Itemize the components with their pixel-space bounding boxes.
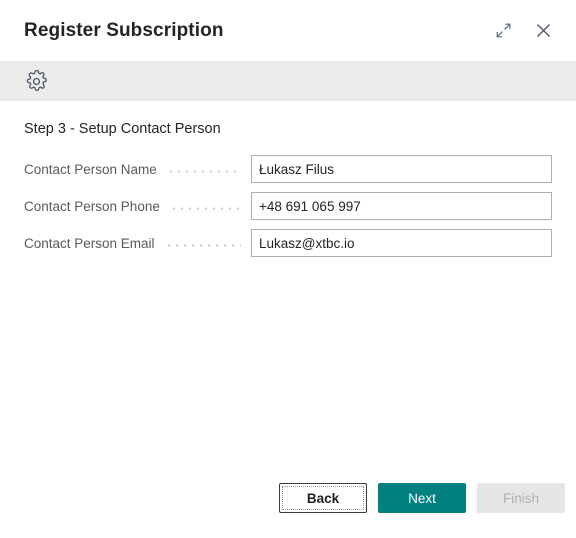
contact-person-name-label: Contact Person Name bbox=[24, 161, 157, 177]
form-row-contact-person-phone: Contact Person Phone bbox=[24, 192, 552, 220]
form-row-contact-person-name: Contact Person Name bbox=[24, 155, 552, 183]
gear-icon[interactable] bbox=[20, 65, 52, 97]
dotted-leader bbox=[164, 238, 241, 252]
back-button[interactable]: Back bbox=[279, 483, 367, 513]
expand-diagonal-icon[interactable] bbox=[486, 14, 520, 48]
dotted-leader bbox=[166, 164, 241, 178]
contact-person-name-input[interactable] bbox=[251, 155, 552, 183]
step-title: Step 3 - Setup Contact Person bbox=[24, 121, 221, 137]
contact-person-phone-input[interactable] bbox=[251, 192, 552, 220]
dialog-titlebar: Register Subscription bbox=[0, 0, 576, 61]
page-title: Register Subscription bbox=[24, 19, 224, 41]
finish-button: Finish bbox=[477, 483, 565, 513]
titlebar-actions bbox=[486, 14, 560, 48]
form-row-contact-person-email: Contact Person Email bbox=[24, 229, 552, 257]
contact-person-phone-label: Contact Person Phone bbox=[24, 198, 160, 214]
contact-person-email-input[interactable] bbox=[251, 229, 552, 257]
dialog-footer: Back Next Finish bbox=[0, 483, 576, 538]
dotted-leader bbox=[169, 201, 241, 215]
dialog-content: Step 3 - Setup Contact Person Contact Pe… bbox=[0, 101, 576, 483]
contact-person-email-label: Contact Person Email bbox=[24, 235, 155, 251]
register-subscription-dialog: Register Subscription Step 3 - Setup Con… bbox=[0, 0, 576, 538]
dialog-toolbar bbox=[0, 61, 576, 101]
next-button[interactable]: Next bbox=[378, 483, 466, 513]
close-icon[interactable] bbox=[526, 14, 560, 48]
